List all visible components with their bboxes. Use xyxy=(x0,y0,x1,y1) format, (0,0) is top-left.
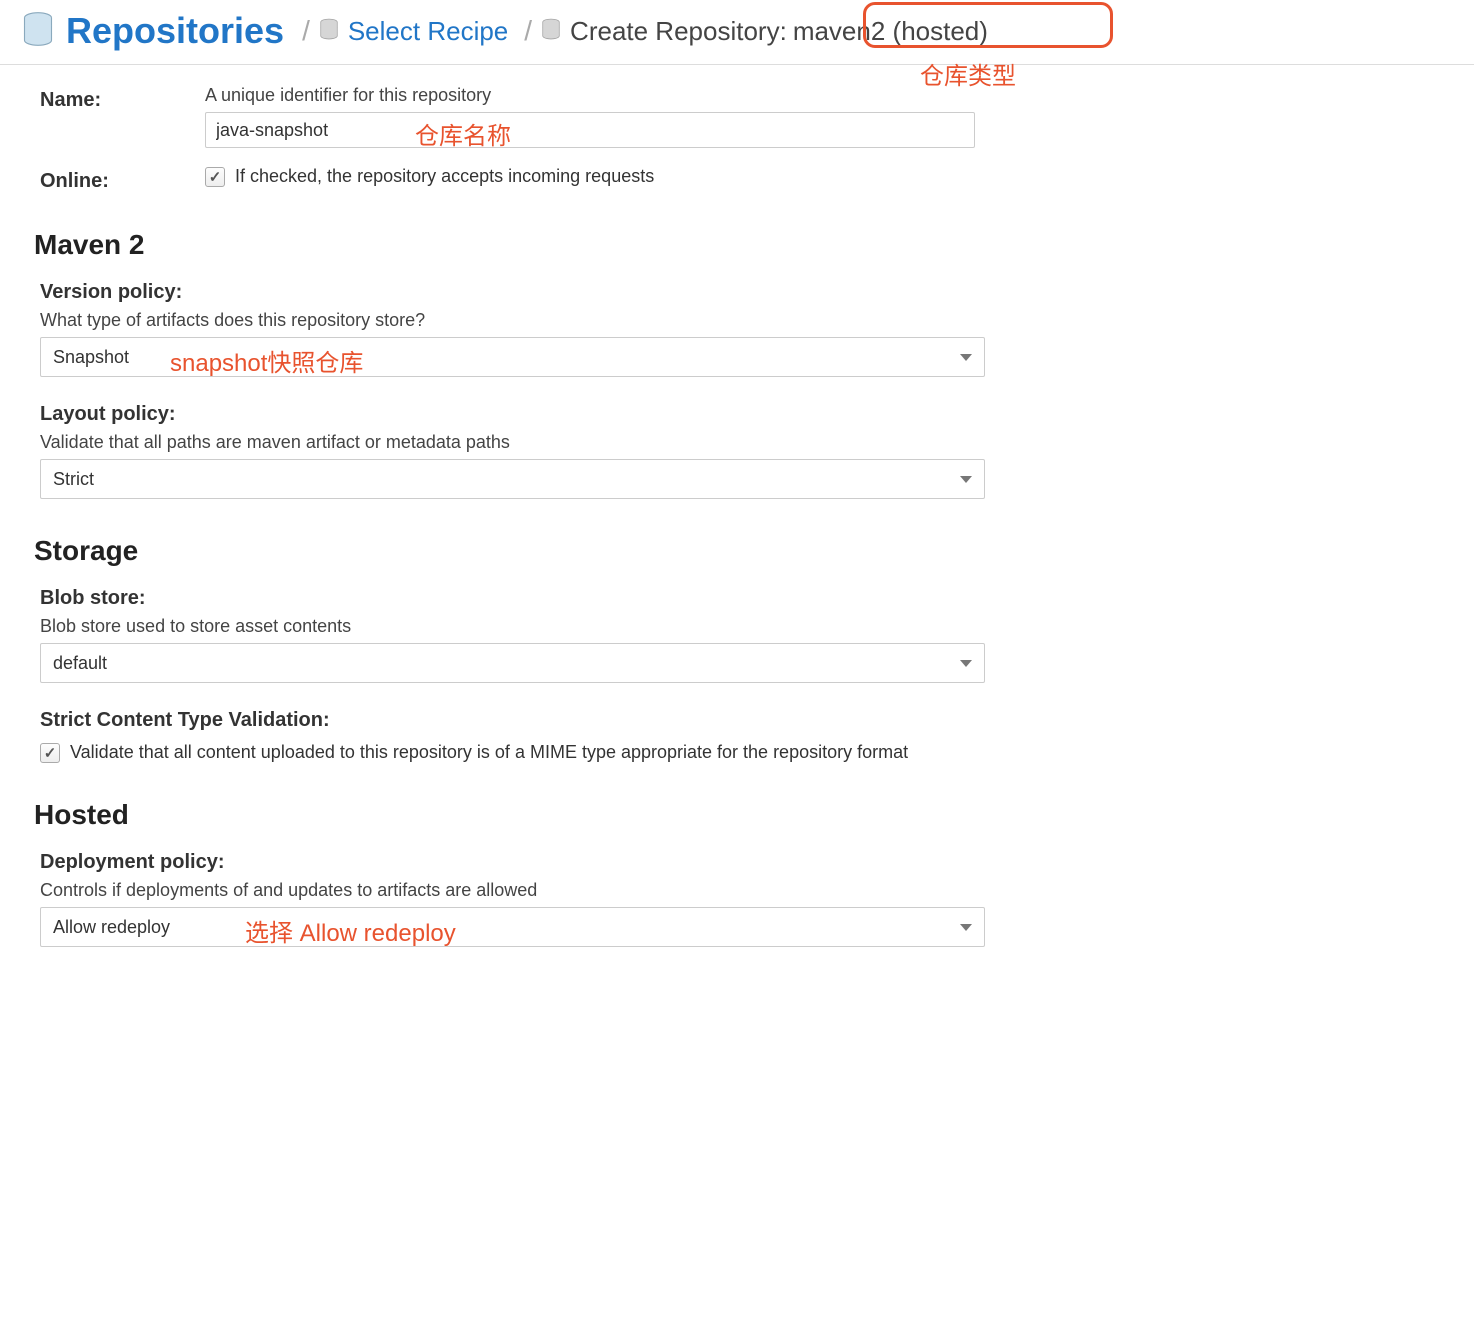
section-hosted-title: Hosted xyxy=(34,799,1434,831)
chevron-down-icon xyxy=(960,476,972,483)
name-input[interactable] xyxy=(205,112,975,148)
breadcrumb-separator: / xyxy=(302,15,310,47)
breadcrumb: Repositories / Select Recipe / Create Re… xyxy=(0,0,1474,65)
layout-policy-block: Layout policy: Validate that all paths a… xyxy=(40,403,1434,499)
chevron-down-icon xyxy=(960,924,972,931)
deployment-policy-help: Controls if deployments of and updates t… xyxy=(40,880,1434,901)
deployment-policy-block: Deployment policy: Controls if deploymen… xyxy=(40,851,1434,947)
version-policy-select[interactable]: Snapshot xyxy=(40,337,985,377)
name-help: A unique identifier for this repository xyxy=(205,85,1434,106)
database-icon xyxy=(540,18,562,45)
blob-store-value: default xyxy=(53,653,107,674)
chevron-down-icon xyxy=(960,354,972,361)
deployment-policy-label: Deployment policy: xyxy=(40,851,1434,874)
blob-store-label: Blob store: xyxy=(40,587,1434,610)
strict-content-text: Validate that all content uploaded to th… xyxy=(70,742,908,763)
chevron-down-icon xyxy=(960,660,972,667)
name-row: Name: A unique identifier for this repos… xyxy=(40,85,1434,148)
online-text: If checked, the repository accepts incom… xyxy=(235,166,654,187)
strict-content-checkbox[interactable] xyxy=(40,743,60,763)
section-maven2-title: Maven 2 xyxy=(34,229,1434,261)
strict-content-block: Strict Content Type Validation: Validate… xyxy=(40,709,1434,763)
layout-policy-value: Strict xyxy=(53,469,94,490)
blob-store-help: Blob store used to store asset contents xyxy=(40,616,1434,637)
version-policy-help: What type of artifacts does this reposit… xyxy=(40,310,1434,331)
strict-content-label: Strict Content Type Validation: xyxy=(40,709,1434,732)
online-row: Online: If checked, the repository accep… xyxy=(40,166,1434,193)
deployment-policy-select[interactable]: Allow redeploy xyxy=(40,907,985,947)
blob-store-select[interactable]: default xyxy=(40,643,985,683)
version-policy-label: Version policy: xyxy=(40,281,1434,304)
blob-store-block: Blob store: Blob store used to store ass… xyxy=(40,587,1434,683)
breadcrumb-separator: / xyxy=(524,15,532,47)
version-policy-value: Snapshot xyxy=(53,347,129,368)
layout-policy-help: Validate that all paths are maven artifa… xyxy=(40,432,1434,453)
version-policy-block: Version policy: What type of artifacts d… xyxy=(40,281,1434,377)
breadcrumb-select-recipe[interactable]: Select Recipe xyxy=(348,16,508,47)
online-label: Online: xyxy=(40,166,205,193)
form-content: Name: A unique identifier for this repos… xyxy=(0,65,1474,993)
layout-policy-select[interactable]: Strict xyxy=(40,459,985,499)
database-icon xyxy=(318,18,340,45)
layout-policy-label: Layout policy: xyxy=(40,403,1434,426)
deployment-policy-value: Allow redeploy xyxy=(53,917,170,938)
database-icon xyxy=(20,11,56,52)
online-checkbox[interactable] xyxy=(205,167,225,187)
breadcrumb-root[interactable]: Repositories xyxy=(66,10,284,52)
section-storage-title: Storage xyxy=(34,535,1434,567)
name-label: Name: xyxy=(40,85,205,112)
breadcrumb-recipe: maven2 (hosted) xyxy=(793,16,988,47)
breadcrumb-create-label: Create Repository: xyxy=(570,16,787,47)
